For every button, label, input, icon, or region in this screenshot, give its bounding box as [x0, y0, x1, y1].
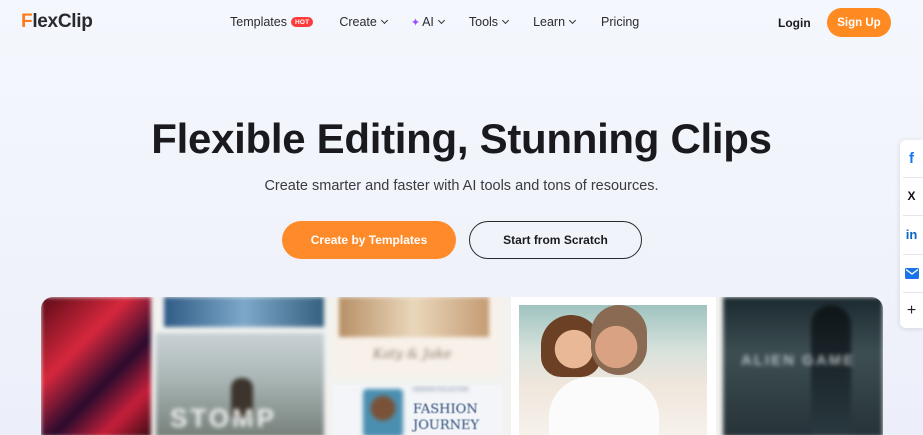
chevron-down-icon — [569, 16, 577, 25]
share-sidebar: f X in + — [900, 140, 923, 328]
facebook-icon: f — [909, 149, 914, 167]
stomp-title: STOMP — [170, 403, 277, 433]
start-from-scratch-button[interactable]: Start from Scratch — [469, 221, 642, 259]
plus-icon: + — [906, 302, 917, 319]
fashion-title-1: FASHION — [413, 402, 478, 417]
main-nav: Templates HOT Create ✦ AI Tools Learn Pr… — [230, 15, 639, 29]
fashion-title-2: JOURNEY — [413, 418, 480, 433]
fashion-portrait — [363, 389, 403, 435]
hero-subtitle: Create smarter and faster with AI tools … — [264, 178, 659, 194]
couple-photo — [519, 305, 707, 435]
hot-badge: HOT — [290, 17, 314, 27]
nav-templates[interactable]: Templates HOT — [230, 15, 314, 29]
x-share-button[interactable]: X — [900, 178, 923, 214]
chevron-down-icon — [380, 16, 388, 25]
alien-title: ALIEN GAME — [741, 352, 856, 369]
nav-create[interactable]: Create — [339, 15, 388, 29]
nav-learn-label: Learn — [533, 15, 566, 29]
logo-text: lexClip — [32, 11, 93, 32]
template-thumb-couple[interactable] — [511, 297, 716, 435]
chevron-down-icon — [502, 16, 510, 25]
couple-dress — [549, 377, 659, 435]
alien-figure — [811, 305, 851, 435]
nav-ai-label: AI — [422, 15, 434, 29]
template-showcase: STOMP Katy & Jake FASHION COLLECTION FAS… — [41, 297, 883, 435]
linkedin-share-button[interactable]: in — [900, 216, 923, 252]
signup-button[interactable]: Sign Up — [827, 8, 891, 37]
nav-learn[interactable]: Learn — [533, 15, 577, 29]
mail-icon — [904, 267, 919, 279]
chevron-down-icon — [437, 16, 445, 25]
login-link[interactable]: Login — [778, 16, 811, 30]
nav-pricing-label: Pricing — [601, 15, 640, 29]
top-navigation: FlexClip Templates HOT Create ✦ AI Tools… — [0, 0, 923, 46]
sparkle-icon: ✦ — [410, 16, 421, 29]
nav-ai[interactable]: ✦ AI — [410, 15, 445, 29]
nav-templates-label: Templates — [230, 15, 287, 29]
template-thumb-wedding[interactable]: Katy & Jake — [333, 297, 503, 377]
wedding-photo — [339, 297, 489, 337]
flexclip-logo[interactable]: FlexClip — [21, 11, 93, 33]
x-icon: X — [907, 189, 916, 203]
template-thumb-sky[interactable] — [164, 297, 324, 327]
linkedin-icon: in — [905, 226, 918, 242]
nav-pricing[interactable]: Pricing — [601, 15, 639, 29]
nav-tools-label: Tools — [468, 15, 499, 29]
template-thumb-neon[interactable] — [41, 297, 151, 435]
hero-title: Flexible Editing, Stunning Clips — [151, 115, 772, 162]
logo-initial: F — [21, 11, 33, 32]
email-share-button[interactable] — [900, 255, 923, 291]
facebook-share-button[interactable]: f — [900, 140, 923, 176]
template-thumb-stomp[interactable]: STOMP — [156, 333, 324, 435]
couple-man — [591, 305, 647, 375]
template-thumb-alien[interactable]: ALIEN GAME — [723, 297, 883, 435]
more-share-button[interactable]: + — [900, 293, 923, 329]
fashion-small-label: FASHION COLLECTION — [413, 387, 469, 393]
create-by-templates-button[interactable]: Create by Templates — [282, 221, 456, 259]
wedding-script-text: Katy & Jake — [373, 347, 452, 362]
nav-create-label: Create — [339, 15, 377, 29]
template-thumb-fashion[interactable]: FASHION COLLECTION FASHION JOURNEY — [333, 385, 503, 435]
nav-tools[interactable]: Tools — [468, 15, 510, 29]
